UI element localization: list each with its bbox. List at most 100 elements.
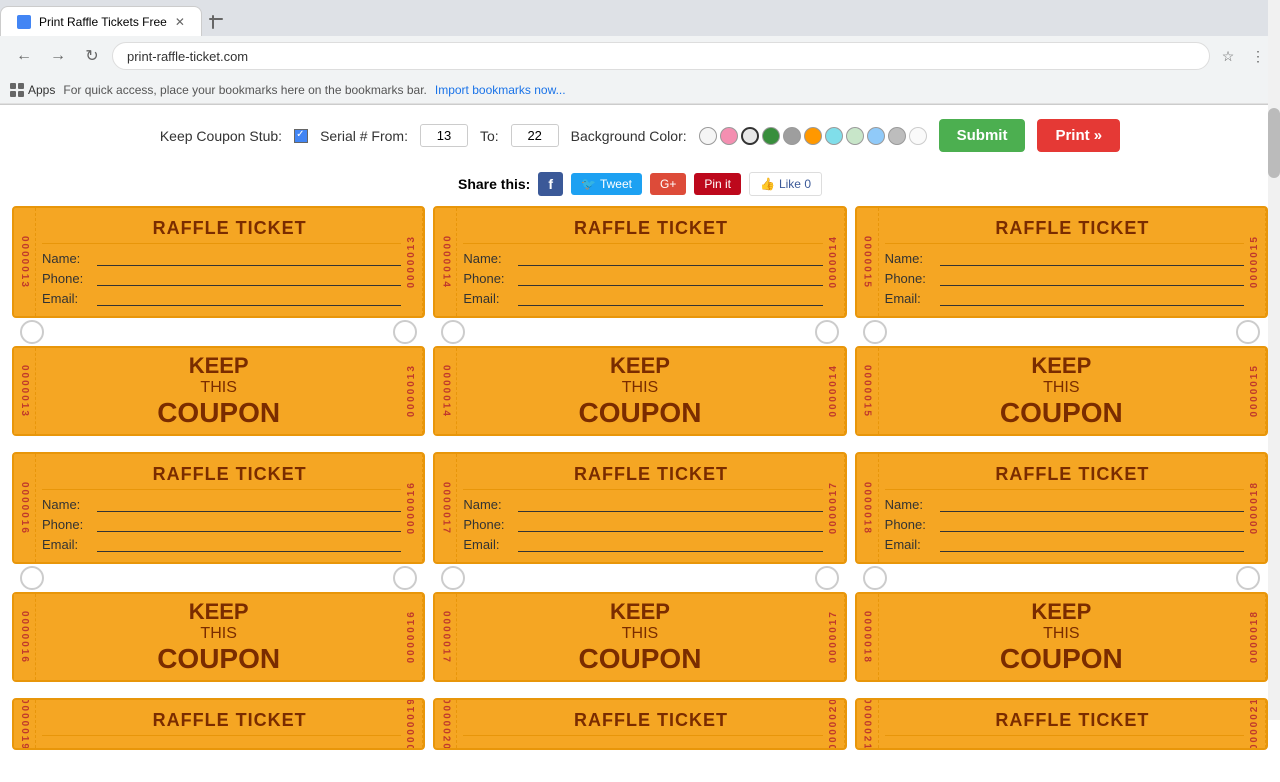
color-silver[interactable] [888,127,906,145]
color-green[interactable] [762,127,780,145]
apps-button[interactable]: Apps [10,83,55,97]
connector-circle [441,320,465,344]
like-button[interactable]: 👍 Like 0 [749,172,822,196]
connector-circle [815,566,839,590]
forward-button[interactable]: → [44,42,72,70]
coupon-number-right-15: 0000015 [1244,348,1266,434]
coupon-this-label: THIS [157,379,280,397]
scrollbar-thumb[interactable] [1268,108,1280,178]
back-button[interactable]: ← [10,42,38,70]
google-plus-button[interactable]: G+ [650,173,686,195]
connector-circle [863,320,887,344]
coupon-17: 0000017 KEEP THIS COUPON 0000017 [433,592,846,682]
tab-favicon [17,15,31,29]
tab-close-button[interactable]: ✕ [175,15,185,29]
ticket-email-field-14: Email: [463,290,838,306]
bookmarks-bar: Apps For quick access, place your bookma… [0,76,1280,104]
tab-title: Print Raffle Tickets Free [39,15,167,29]
active-tab[interactable]: Print Raffle Tickets Free ✕ [0,6,202,36]
color-pink[interactable] [720,127,738,145]
ticket-row-1: 0000013 RAFFLE TICKET Name: Phone: Email [10,202,1270,322]
color-lightgreen[interactable] [846,127,864,145]
coupon-row-1: 0000013 KEEP THIS COUPON 0000013 0000014… [10,342,1270,440]
tweet-button[interactable]: 🐦 Tweet [571,173,642,195]
serial-from-input[interactable] [420,124,468,147]
name-label: Name: [42,251,97,266]
coupon-number-left-15: 0000015 [857,348,879,434]
pinterest-button[interactable]: Pin it [694,173,741,195]
raffle-ticket-15: 0000015 RAFFLE TICKET Name: Phone: Email [855,206,1268,318]
ticket-phone-field-15: Phone: [885,270,1260,286]
color-lightgray[interactable] [741,127,759,145]
coupon-13: 0000013 KEEP THIS COUPON 0000013 [12,346,425,436]
name-line [97,250,417,266]
ticket-number-right-16: 0000016 [401,454,423,562]
ticket-email-field-13: Email: [42,290,417,306]
ticket-phone-field-13: Phone: [42,270,417,286]
coupon-content-15: KEEP THIS COUPON [1000,353,1123,429]
scrollbar[interactable] [1268,0,1280,720]
coupon-number-left-14: 0000014 [435,348,457,434]
coupon-number-left-13: 0000013 [14,348,36,434]
coupon-15: 0000015 KEEP THIS COUPON 0000015 [855,346,1268,436]
connector-circle [815,320,839,344]
refresh-button[interactable]: ↻ [78,42,106,70]
ticket-row-group-3: 0000019 RAFFLE TICKET 0000019 0000020 RA… [10,694,1270,754]
coupon-number-right-13: 0000013 [401,348,423,434]
submit-button[interactable]: Submit [939,119,1026,152]
color-offwhite[interactable] [909,127,927,145]
tweet-label: Tweet [600,177,632,191]
url-text: print-raffle-ticket.com [127,49,248,64]
navigation-bar: ← → ↻ print-raffle-ticket.com ☆ ⋮ [0,36,1280,76]
ticket-number-left-16: 0000016 [14,454,36,562]
serial-to-label: To: [480,128,499,144]
apps-grid-icon [10,83,24,97]
ticket-number-right-14: 0000014 [823,208,845,316]
color-cyan[interactable] [825,127,843,145]
like-icon: 👍 [760,177,775,191]
new-tab-button[interactable] [202,8,230,36]
ticket-row-3: 0000019 RAFFLE TICKET 0000019 0000020 RA… [10,694,1270,754]
coupon-content-14: KEEP THIS COUPON [579,353,702,429]
ticket-number-right-13: 0000013 [401,208,423,316]
serial-from-label: Serial # From: [320,128,408,144]
ticket-number-left-14: 0000014 [435,208,457,316]
import-bookmarks-link[interactable]: Import bookmarks now... [435,83,566,97]
bookmark-star-button[interactable]: ☆ [1216,44,1240,68]
phone-label: Phone: [42,271,97,286]
color-blue[interactable] [867,127,885,145]
raffle-ticket-21: 0000021 RAFFLE TICKET 0000021 [855,698,1268,750]
print-button[interactable]: Print » [1037,119,1120,152]
share-bar: Share this: f 🐦 Tweet G+ Pin it 👍 Like 0 [0,166,1280,202]
color-white[interactable] [699,127,717,145]
keep-coupon-stub-checkbox[interactable] [294,129,308,143]
color-gray[interactable] [783,127,801,145]
connector-circle [393,566,417,590]
ticket-number-right-17: 0000017 [823,454,845,562]
connector-circle [1236,320,1260,344]
serial-to-input[interactable] [511,124,559,147]
coupon-content-13: KEEP THIS COUPON [157,353,280,429]
ticket-number-left-13: 0000013 [14,208,36,316]
coupon-keep-label: KEEP [157,353,280,379]
coupon-16: 0000016 KEEP THIS COUPON 0000016 [12,592,425,682]
menu-button[interactable]: ⋮ [1246,44,1270,68]
connector-circle [863,566,887,590]
coupon-18: 0000018 KEEP THIS COUPON 0000018 [855,592,1268,682]
twitter-icon: 🐦 [581,177,596,191]
ticket-number-left-18: 0000018 [857,454,879,562]
share-label: Share this: [458,176,530,192]
background-color-picker [699,127,927,145]
address-bar[interactable]: print-raffle-ticket.com [112,42,1210,70]
controls-bar: Keep Coupon Stub: Serial # From: To: Bac… [0,105,1280,166]
color-orange[interactable] [804,127,822,145]
coupon-14: 0000014 KEEP THIS COUPON 0000014 [433,346,846,436]
connector-circle [20,566,44,590]
connector-circle [441,566,465,590]
connector-row-2 [10,568,1270,588]
tab-bar: Print Raffle Tickets Free ✕ [0,0,1280,36]
raffle-ticket-17: 0000017 RAFFLE TICKET Name: Phone: Email [433,452,846,564]
coupon-row-2: 0000016 KEEP THIS COUPON 0000016 0000017… [10,588,1270,686]
email-line [97,290,417,306]
facebook-share-button[interactable]: f [538,172,563,196]
